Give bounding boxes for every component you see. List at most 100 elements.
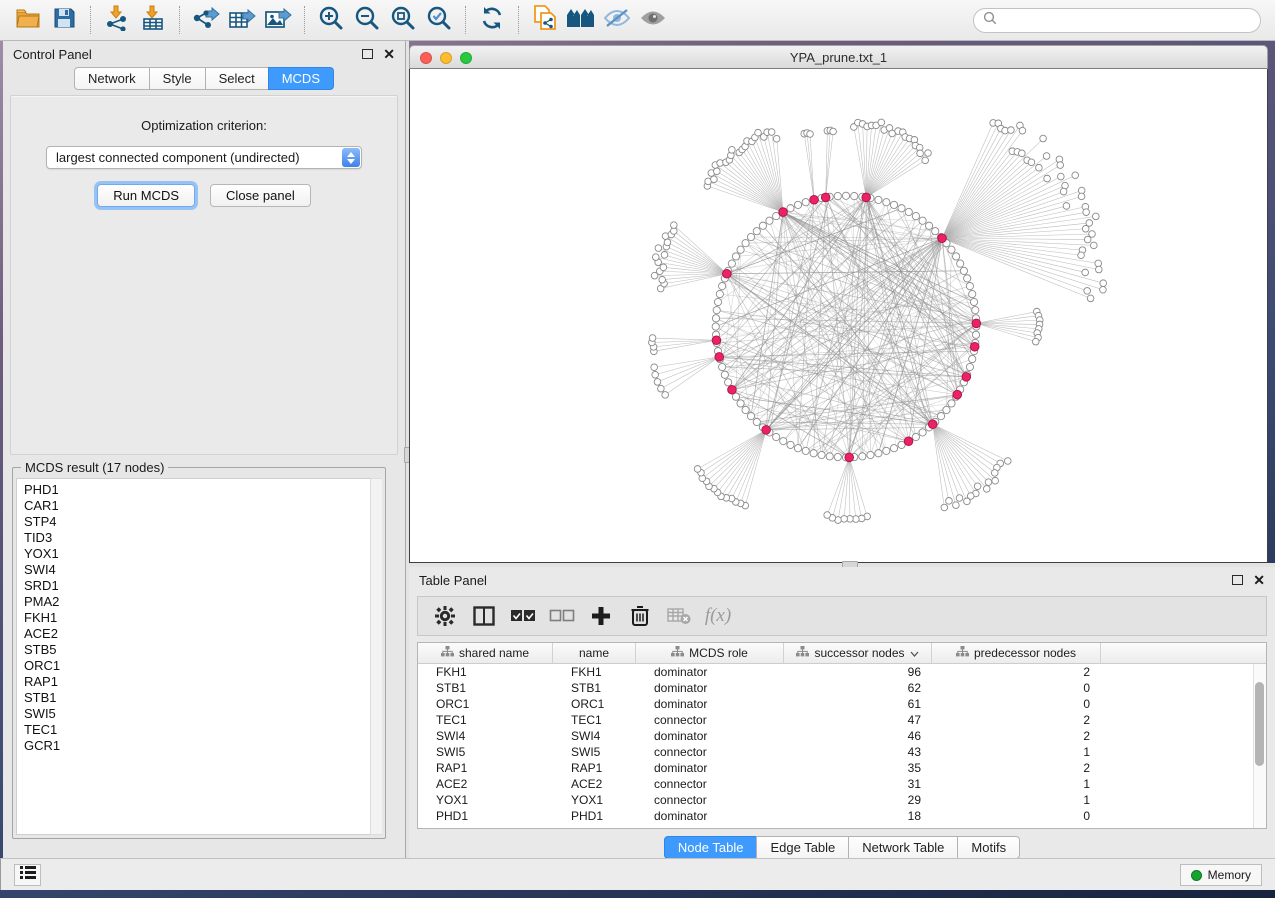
network-node[interactable]: [867, 451, 874, 458]
satellite-node[interactable]: [807, 131, 814, 138]
mcds-hub-node[interactable]: [970, 342, 979, 351]
satellite-node[interactable]: [1072, 172, 1079, 179]
network-node[interactable]: [972, 307, 979, 314]
satellite-node[interactable]: [694, 466, 701, 473]
satellite-node[interactable]: [1028, 159, 1035, 166]
column-header-name[interactable]: name: [553, 643, 636, 663]
network-node[interactable]: [948, 400, 955, 407]
network-node[interactable]: [912, 433, 919, 440]
hide-selected-button[interactable]: [599, 4, 635, 36]
network-node[interactable]: [970, 298, 977, 305]
network-node[interactable]: [834, 453, 841, 460]
satellite-node[interactable]: [660, 264, 667, 271]
mcds-result-item[interactable]: STP4: [24, 514, 381, 530]
satellite-node[interactable]: [755, 129, 762, 136]
satellite-node[interactable]: [773, 135, 780, 142]
network-node[interactable]: [794, 445, 801, 452]
maximize-window-traffic-light[interactable]: [460, 52, 472, 64]
mcds-hub-node[interactable]: [962, 373, 971, 382]
network-node[interactable]: [890, 201, 897, 208]
network-node[interactable]: [732, 253, 739, 260]
satellite-node[interactable]: [985, 479, 992, 486]
select-all-button[interactable]: [508, 601, 538, 631]
run-mcds-button[interactable]: Run MCDS: [97, 184, 195, 207]
satellite-node[interactable]: [1060, 188, 1067, 195]
satellite-node[interactable]: [1019, 127, 1026, 134]
network-node[interactable]: [802, 199, 809, 206]
network-node[interactable]: [759, 222, 766, 229]
network-node[interactable]: [890, 445, 897, 452]
satellite-node[interactable]: [652, 254, 659, 261]
mcds-result-item[interactable]: FKH1: [24, 610, 381, 626]
zoom-fit-button[interactable]: [385, 4, 421, 36]
network-node[interactable]: [712, 323, 719, 330]
network-node[interactable]: [719, 282, 726, 289]
network-node[interactable]: [875, 196, 882, 203]
satellite-node[interactable]: [1084, 288, 1091, 295]
open-file-button[interactable]: [10, 4, 46, 36]
satellite-node[interactable]: [1058, 173, 1065, 180]
network-node[interactable]: [932, 228, 939, 235]
satellite-node[interactable]: [714, 168, 721, 175]
network-node[interactable]: [919, 217, 926, 224]
tab-edge-table[interactable]: Edge Table: [756, 836, 849, 859]
network-node[interactable]: [912, 212, 919, 219]
column-header-predecessor-nodes[interactable]: predecessor nodes: [932, 643, 1101, 663]
network-node[interactable]: [712, 315, 719, 322]
satellite-node[interactable]: [878, 119, 885, 126]
mcds-result-item[interactable]: RAP1: [24, 674, 381, 690]
network-node[interactable]: [875, 450, 882, 457]
export-network-button[interactable]: [188, 4, 224, 36]
mcds-hub-node[interactable]: [938, 234, 947, 243]
task-history-button[interactable]: [14, 864, 41, 886]
table-row[interactable]: FKH1FKH1dominator962: [418, 664, 1266, 680]
satellite-node[interactable]: [841, 516, 848, 523]
network-node[interactable]: [802, 447, 809, 454]
mcds-hub-node[interactable]: [821, 193, 830, 202]
tab-motifs[interactable]: Motifs: [957, 836, 1020, 859]
network-node[interactable]: [716, 290, 723, 297]
satellite-node[interactable]: [1057, 162, 1064, 169]
close-panel-icon[interactable]: ✕: [383, 49, 395, 59]
close-window-traffic-light[interactable]: [420, 52, 432, 64]
table-row[interactable]: SWI5SWI5connector431: [418, 744, 1266, 760]
function-builder-button[interactable]: f(x): [703, 601, 733, 631]
network-node[interactable]: [926, 222, 933, 229]
satellite-node[interactable]: [964, 498, 971, 505]
mcds-list-scrollbar[interactable]: [370, 478, 382, 835]
satellite-node[interactable]: [1019, 150, 1026, 157]
network-node[interactable]: [737, 400, 744, 407]
show-all-button[interactable]: [635, 4, 671, 36]
save-session-button[interactable]: [46, 4, 82, 36]
network-node[interactable]: [969, 355, 976, 362]
satellite-node[interactable]: [711, 176, 718, 183]
network-node[interactable]: [957, 260, 964, 267]
mcds-hub-node[interactable]: [953, 390, 962, 399]
table-row[interactable]: ORC1ORC1dominator610: [418, 696, 1266, 712]
satellite-node[interactable]: [651, 364, 658, 371]
network-node[interactable]: [780, 438, 787, 445]
criterion-select[interactable]: largest connected component (undirected): [46, 146, 362, 169]
refresh-layout-button[interactable]: [474, 4, 510, 36]
search-input[interactable]: [1003, 13, 1251, 28]
satellite-node[interactable]: [953, 502, 960, 509]
column-header-MCDS-role[interactable]: MCDS role: [636, 643, 784, 663]
mcds-result-item[interactable]: SWI5: [24, 706, 381, 722]
mcds-hub-node[interactable]: [972, 319, 981, 328]
network-node[interactable]: [742, 406, 749, 413]
tab-mcds[interactable]: MCDS: [268, 67, 334, 90]
satellite-node[interactable]: [664, 239, 671, 246]
mcds-hub-node[interactable]: [862, 193, 871, 202]
float-window-icon[interactable]: [1232, 575, 1243, 585]
network-node[interactable]: [753, 418, 760, 425]
close-panel-icon[interactable]: ✕: [1253, 575, 1265, 585]
network-canvas[interactable]: [409, 69, 1268, 563]
satellite-node[interactable]: [1063, 203, 1070, 210]
network-node[interactable]: [787, 205, 794, 212]
satellite-node[interactable]: [652, 371, 659, 378]
network-node[interactable]: [948, 246, 955, 253]
tab-node-table[interactable]: Node Table: [664, 836, 758, 859]
column-header-shared-name[interactable]: shared name: [418, 643, 553, 663]
network-node[interactable]: [883, 447, 890, 454]
export-image-button[interactable]: [260, 4, 296, 36]
